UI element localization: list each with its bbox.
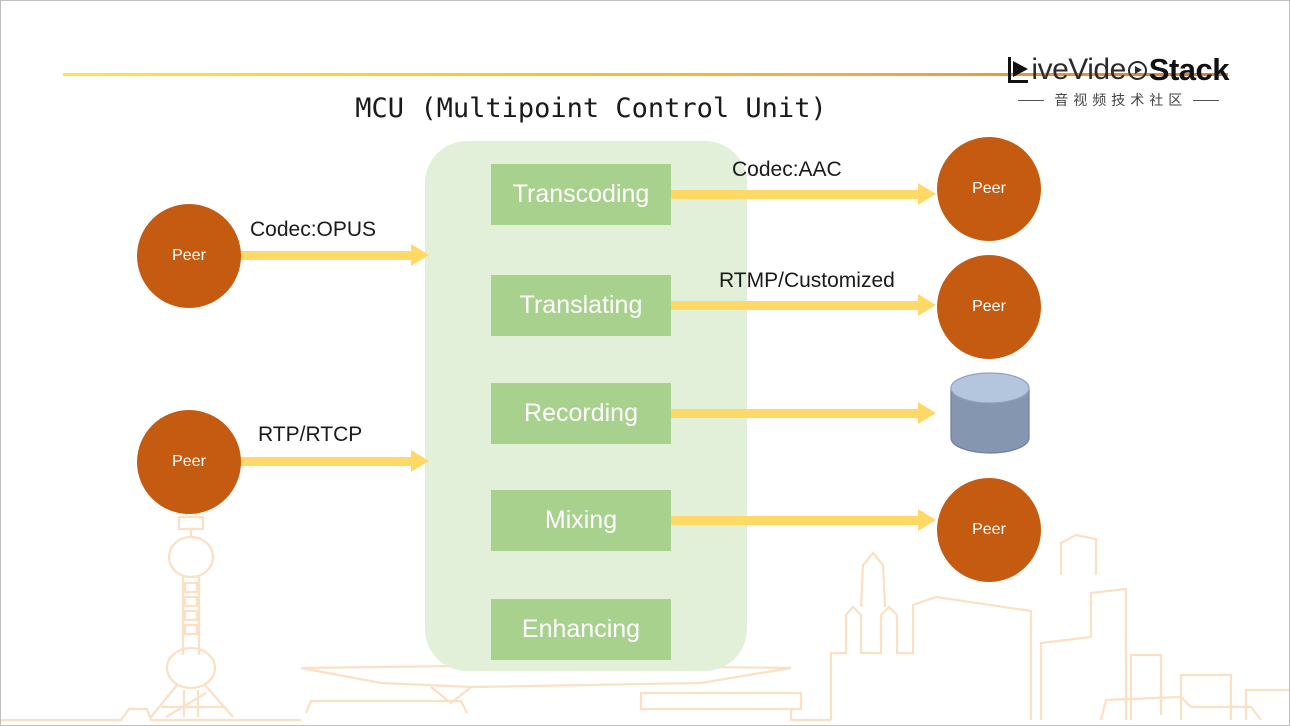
process-box-translating[interactable]: Translating (491, 275, 671, 336)
process-box-enhancing[interactable]: Enhancing (491, 599, 671, 660)
arrow-output-mixing (671, 509, 936, 531)
peer-label: Peer (972, 298, 1006, 315)
peer-output-3[interactable]: Peer (937, 478, 1041, 582)
peer-label: Peer (972, 521, 1006, 538)
process-box-transcoding[interactable]: Transcoding (491, 164, 671, 225)
process-box-recording[interactable]: Recording (491, 383, 671, 444)
arrow-label-output-2: RTMP/Customized (719, 269, 895, 292)
logo-subtitle-text: 音视频技术社区 (1054, 93, 1188, 109)
arrow-output-transcoding (671, 183, 936, 205)
slide-canvas: MCU (Multipoint Control Unit) iveVide St… (0, 0, 1290, 726)
logo-text-bold: Stack (1148, 52, 1230, 87)
peer-label: Peer (972, 180, 1006, 197)
peer-output-2[interactable]: Peer (937, 255, 1041, 359)
livevideostack-logo: iveVide Stack 音视频技术社区 (1008, 52, 1230, 110)
page-title: MCU (Multipoint Control Unit) (355, 93, 827, 124)
arrow-label-output-1: Codec:AAC (732, 158, 842, 181)
arrow-output-recording (671, 402, 936, 424)
arrow-label-input-2: RTP/RTCP (258, 423, 363, 446)
arrow-input-1 (240, 244, 429, 266)
process-label: Enhancing (521, 615, 641, 643)
logo-subtitle: 音视频技术社区 (1008, 90, 1229, 110)
arrow-label-input-1: Codec:OPUS (250, 218, 377, 241)
logo-dash-right (1193, 99, 1220, 101)
arrow-input-2 (240, 450, 429, 472)
process-label: Translating (519, 291, 643, 319)
process-label: Recording (524, 399, 638, 427)
database-cylinder-icon (950, 372, 1030, 454)
logo-text-light: iveVide (1031, 53, 1126, 86)
logo-wordmark: iveVide Stack (1008, 52, 1230, 87)
arrow-output-translating (671, 294, 936, 316)
process-label: Transcoding (512, 180, 650, 208)
peer-input-2[interactable]: Peer (137, 410, 241, 514)
logo-play-l-icon (1008, 57, 1030, 83)
play-circle-icon (1127, 60, 1147, 80)
peer-label: Peer (172, 453, 206, 470)
process-label: Mixing (544, 506, 618, 534)
peer-label: Peer (172, 247, 206, 264)
peer-input-1[interactable]: Peer (137, 204, 241, 308)
peer-output-1[interactable]: Peer (937, 137, 1041, 241)
process-box-mixing[interactable]: Mixing (491, 490, 671, 551)
logo-dash-left (1018, 99, 1045, 101)
